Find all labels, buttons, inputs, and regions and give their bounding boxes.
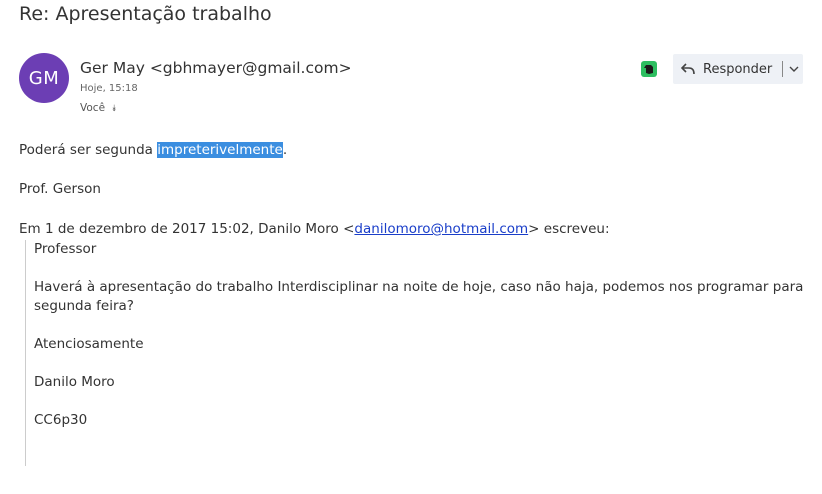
- quote-border: [25, 240, 26, 466]
- message-text-end: .: [282, 142, 288, 158]
- reply-divider: [782, 61, 784, 77]
- selected-text: impreterivelmente: [157, 142, 283, 158]
- signature: Prof. Gerson: [19, 181, 101, 197]
- reply-button[interactable]: Responder: [673, 54, 803, 84]
- quote-header: Em 1 de dezembro de 2017 15:02, Danilo M…: [19, 221, 610, 237]
- recipient-label: Você: [80, 102, 106, 114]
- quoted-body-line: Haverá à apresentação do trabalho Interd…: [34, 279, 804, 295]
- quote-header-suffix: > escreveu:: [528, 221, 610, 237]
- reply-label: Responder: [703, 61, 773, 77]
- chevron-down-icon[interactable]: [789, 64, 799, 74]
- quoted-body-line: segunda feira?: [34, 298, 134, 314]
- sender-name[interactable]: Ger May <gbhmayer@gmail.com>: [80, 59, 352, 77]
- sender-avatar[interactable]: GM: [19, 53, 69, 103]
- quote-header-prefix: Em 1 de dezembro de 2017 15:02, Danilo M…: [19, 221, 355, 237]
- message-text: Poderá ser segunda: [19, 142, 158, 158]
- chevron-down-icon: ⯯: [111, 104, 117, 114]
- message-line: Poderá ser segunda impreterivelmente.: [19, 142, 287, 158]
- sent-time: Hoje, 15:18: [80, 83, 138, 94]
- quoted-name: Danilo Moro: [34, 374, 115, 390]
- quoted-closing: Atenciosamente: [34, 336, 144, 352]
- quoted-greeting: Professor: [34, 241, 97, 257]
- evernote-icon[interactable]: [641, 61, 657, 77]
- reply-icon: [681, 62, 697, 76]
- email-subject: Re: Apresentação trabalho: [19, 3, 272, 25]
- recipient-toggle[interactable]: Você ⯯: [80, 102, 117, 114]
- email-link[interactable]: danilomoro@hotmail.com: [354, 221, 528, 237]
- avatar-initials: GM: [28, 67, 60, 89]
- quoted-code: CC6p30: [34, 412, 88, 428]
